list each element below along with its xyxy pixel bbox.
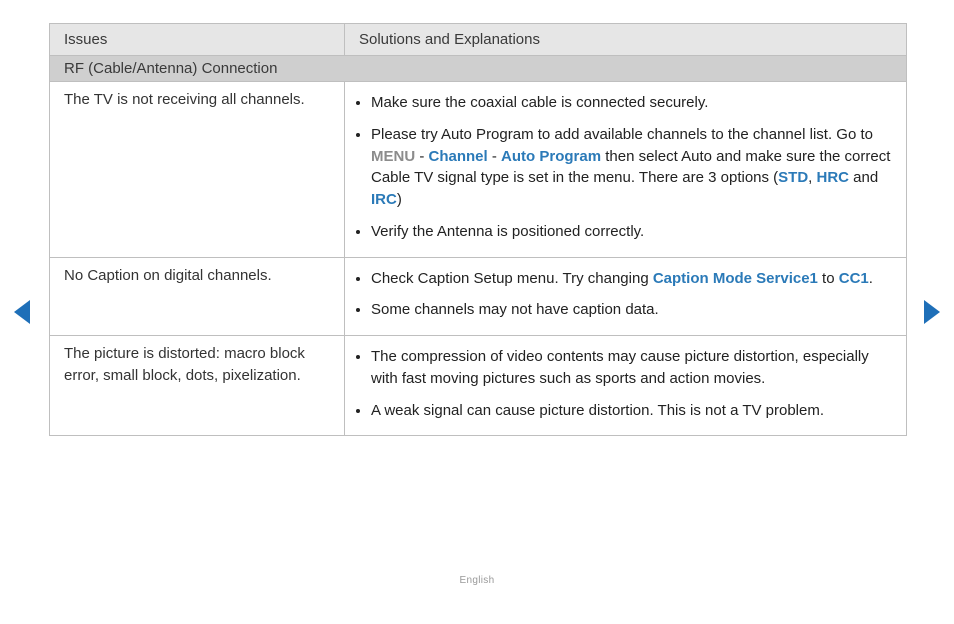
solution-text: -	[415, 148, 428, 165]
list-item: Please try Auto Program to add available…	[371, 124, 892, 211]
solution-list: Make sure the coaxial cable is connected…	[351, 92, 898, 243]
menu-path-label: Auto Program	[501, 148, 601, 165]
list-item: The compression of video contents may ca…	[371, 346, 892, 390]
header-solutions: Solutions and Explanations	[345, 24, 906, 55]
page-language-label: English	[0, 575, 954, 586]
table-row: No Caption on digital channels. Check Ca…	[50, 258, 906, 337]
option-label: STD	[778, 169, 808, 186]
solution-text: and	[849, 169, 878, 186]
solution-text: to	[818, 270, 839, 287]
table-header-row: Issues Solutions and Explanations	[50, 24, 906, 56]
option-label: HRC	[817, 169, 850, 186]
solution-cell: The compression of video contents may ca…	[345, 336, 906, 435]
solution-cell: Check Caption Setup menu. Try changing C…	[345, 258, 906, 336]
issue-cell: No Caption on digital channels.	[50, 258, 345, 336]
option-label: Caption Mode Service1	[653, 270, 818, 287]
solution-list: Check Caption Setup menu. Try changing C…	[351, 268, 898, 322]
solution-text: -	[488, 148, 501, 165]
list-item: Some channels may not have caption data.	[371, 299, 892, 321]
section-heading: RF (Cable/Antenna) Connection	[50, 56, 906, 82]
solution-text: )	[397, 191, 402, 208]
next-page-arrow[interactable]	[924, 300, 940, 324]
solution-text: ,	[808, 169, 816, 186]
option-label: IRC	[371, 191, 397, 208]
prev-page-arrow[interactable]	[14, 300, 30, 324]
list-item: Check Caption Setup menu. Try changing C…	[371, 268, 892, 290]
issue-cell: The TV is not receiving all channels.	[50, 82, 345, 257]
list-item: Make sure the coaxial cable is connected…	[371, 92, 892, 114]
solution-list: The compression of video contents may ca…	[351, 346, 898, 421]
solution-cell: Make sure the coaxial cable is connected…	[345, 82, 906, 257]
solution-text: .	[869, 270, 873, 287]
manual-page: Issues Solutions and Explanations RF (Ca…	[0, 0, 954, 624]
table-row: The picture is distorted: macro block er…	[50, 336, 906, 436]
issue-cell: The picture is distorted: macro block er…	[50, 336, 345, 435]
solution-text: Check Caption Setup menu. Try changing	[371, 270, 653, 287]
list-item: A weak signal can cause picture distorti…	[371, 400, 892, 422]
header-issues: Issues	[50, 24, 345, 55]
list-item: Verify the Antenna is positioned correct…	[371, 221, 892, 243]
table-row: The TV is not receiving all channels. Ma…	[50, 82, 906, 258]
option-label: CC1	[839, 270, 869, 287]
menu-path-label: MENU	[371, 148, 415, 165]
troubleshooting-table: Issues Solutions and Explanations RF (Ca…	[49, 23, 907, 436]
menu-path-label: Channel	[429, 148, 488, 165]
solution-text: Please try Auto Program to add available…	[371, 126, 873, 143]
